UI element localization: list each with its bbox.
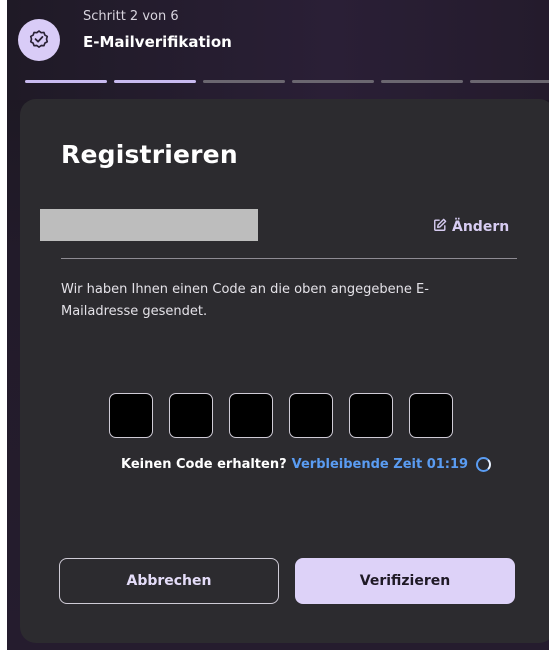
- email-redacted: [40, 209, 258, 241]
- resend-row: Keinen Code erhalten? Verbleibende Zeit …: [121, 457, 492, 472]
- page-title: Registrieren: [61, 140, 238, 169]
- progress-segment: [292, 80, 374, 83]
- divider: [61, 258, 517, 259]
- registration-card: Registrieren Ändern Wir haben Ihnen eine…: [20, 99, 549, 643]
- step-count: Schritt 2 von 6: [83, 9, 179, 24]
- step-title: E-Mailverifikation: [83, 33, 232, 51]
- spinner-icon: [476, 457, 492, 472]
- check-badge-icon: [18, 19, 60, 61]
- code-input-row: [109, 393, 453, 438]
- change-label: Ändern: [452, 219, 510, 235]
- verify-button[interactable]: Verifizieren: [295, 558, 515, 604]
- info-text: Wir haben Ihnen einen Code an die oben a…: [61, 282, 429, 319]
- cancel-button[interactable]: Abbrechen: [59, 558, 279, 604]
- code-digit-input[interactable]: [109, 393, 153, 438]
- step-progress: [25, 80, 549, 83]
- resend-question: Keinen Code erhalten?: [121, 457, 287, 472]
- code-digit-input[interactable]: [229, 393, 273, 438]
- left-edge: [0, 0, 7, 650]
- code-digit-input[interactable]: [349, 393, 393, 438]
- progress-segment: [381, 80, 463, 83]
- code-digit-input[interactable]: [169, 393, 213, 438]
- progress-segment: [25, 80, 107, 83]
- change-email-link[interactable]: Ändern: [433, 218, 509, 236]
- remaining-time[interactable]: Verbleibende Zeit 01:19: [292, 457, 468, 472]
- progress-segment: [203, 80, 285, 83]
- progress-segment: [470, 80, 549, 83]
- progress-segment: [114, 80, 196, 83]
- code-digit-input[interactable]: [409, 393, 453, 438]
- edit-icon: [433, 218, 447, 236]
- code-digit-input[interactable]: [289, 393, 333, 438]
- step-header: Schritt 2 von 6 E-Mailverifikation: [7, 0, 549, 100]
